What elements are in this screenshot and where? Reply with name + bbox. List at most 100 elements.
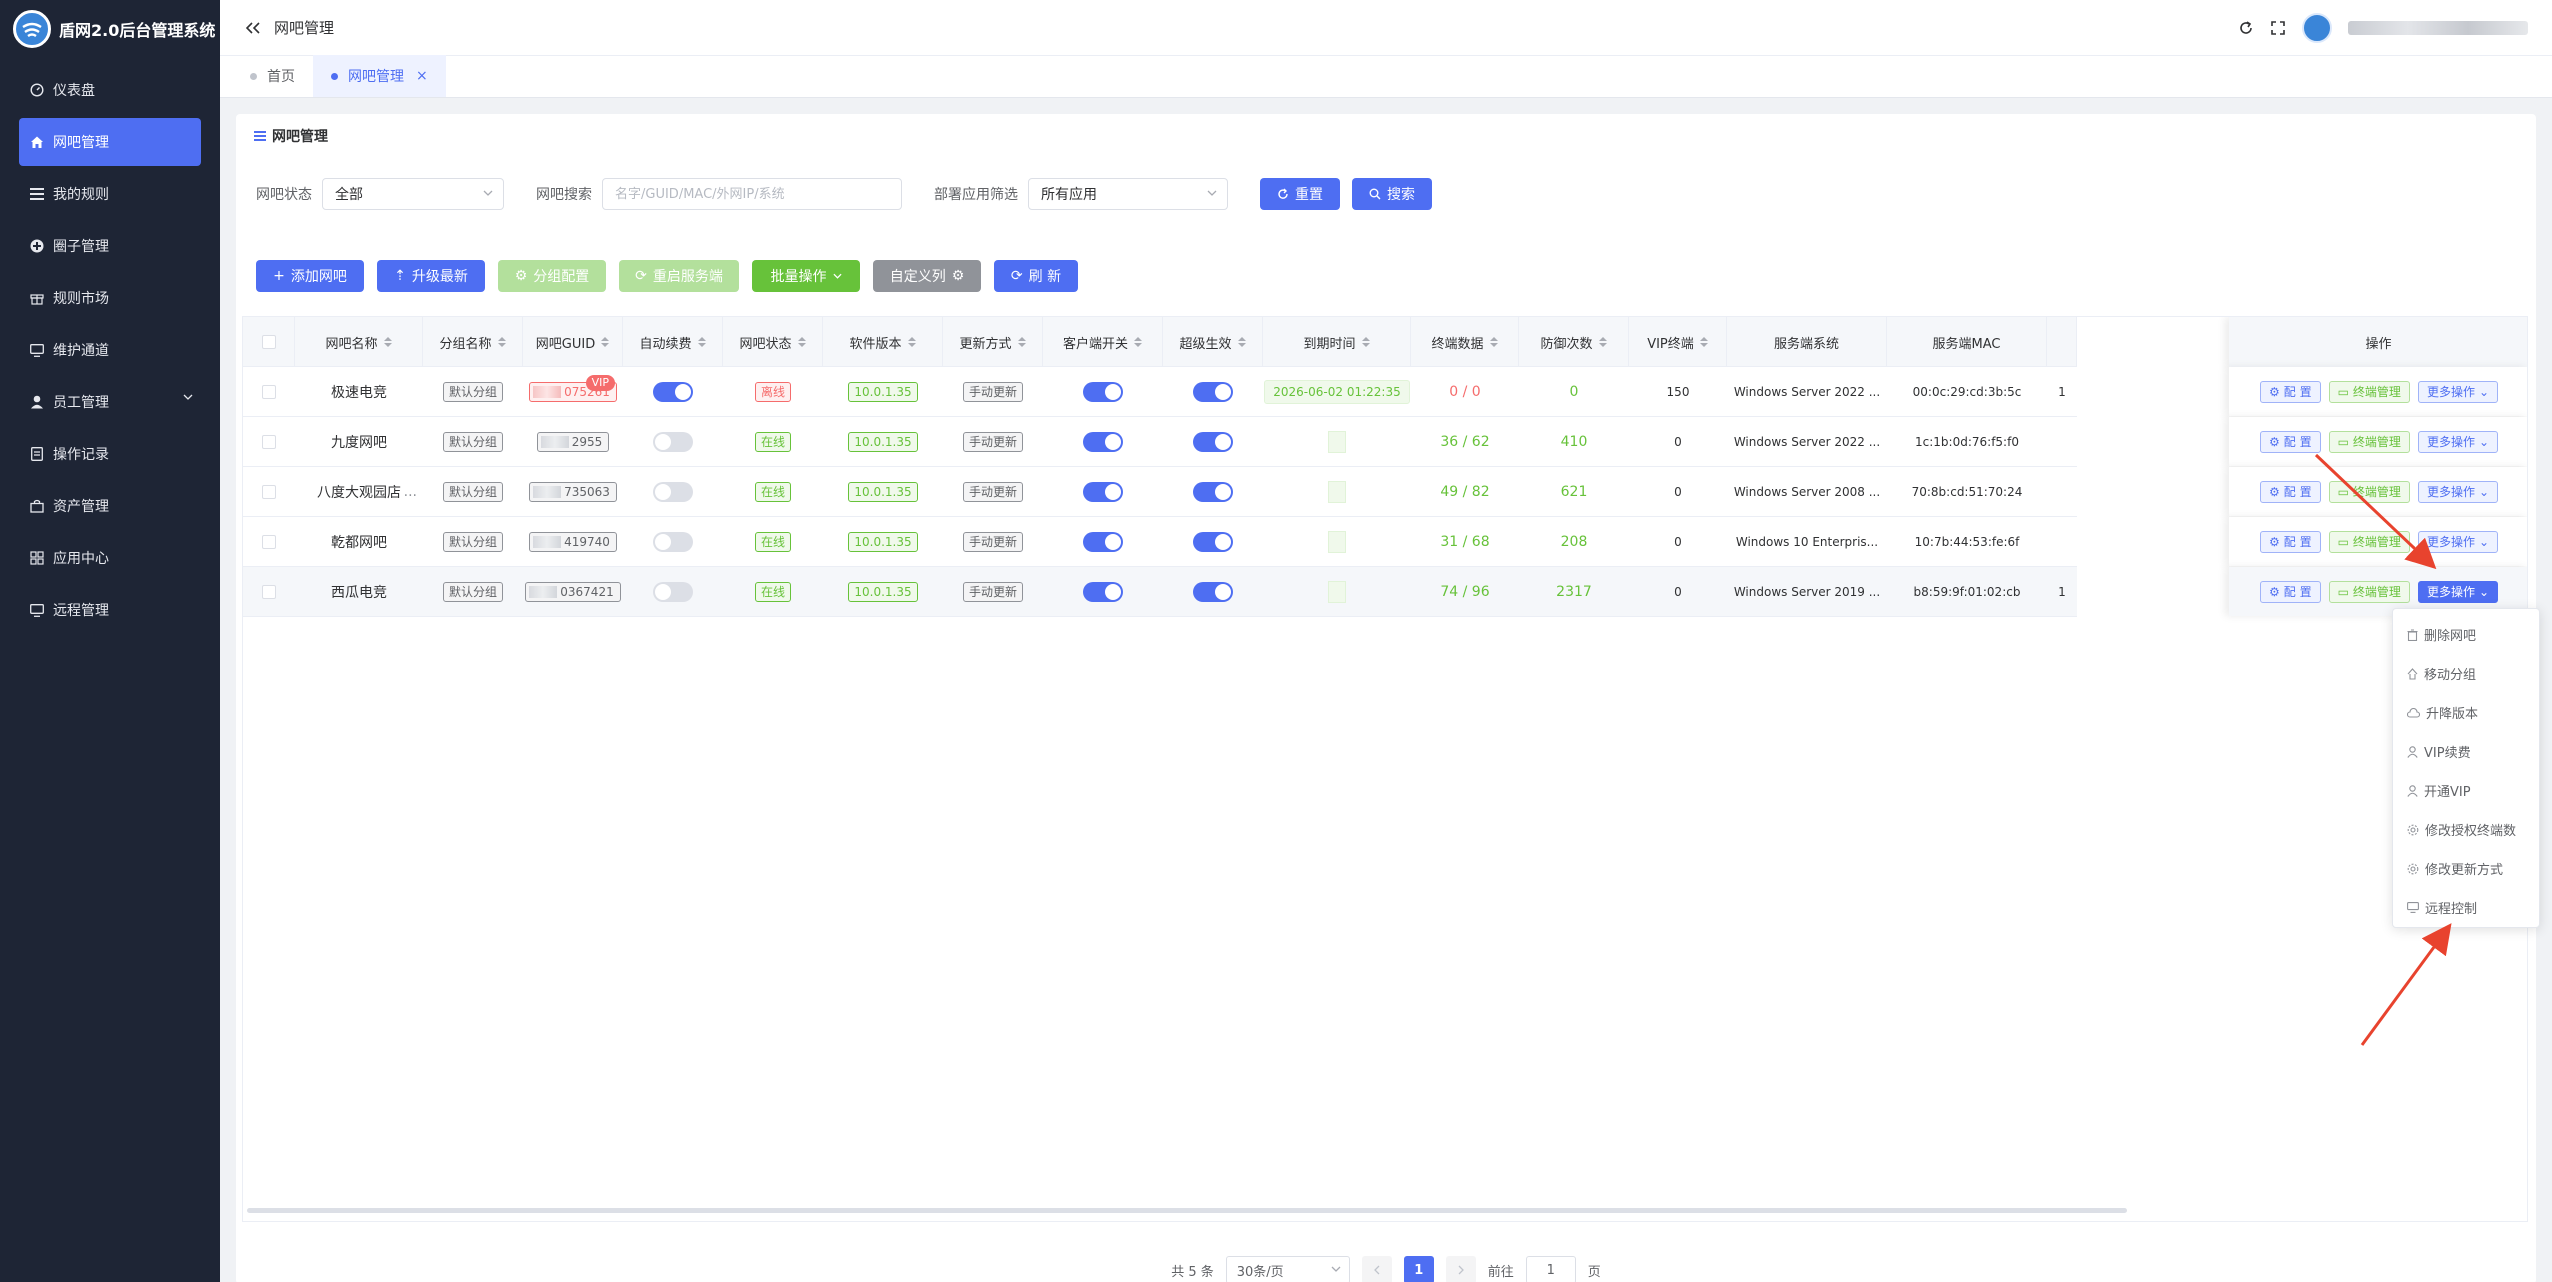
auto-renew-switch[interactable]	[653, 381, 693, 402]
auto-renew-switch[interactable]	[653, 481, 693, 502]
sort-icon[interactable]	[1237, 337, 1246, 347]
page-number-current[interactable]: 1	[1403, 1256, 1434, 1282]
guid-tag[interactable]: 0367421	[525, 581, 621, 602]
sort-icon[interactable]	[1134, 337, 1142, 347]
next-page-button[interactable]	[1445, 1256, 1476, 1282]
restart-server-button[interactable]: ⟳ 重启服务端	[619, 260, 739, 292]
config-button[interactable]: ⚙ 配 置	[2259, 530, 2321, 553]
guid-tag[interactable]: 419740	[529, 531, 617, 552]
sort-icon[interactable]	[383, 337, 392, 347]
refresh-icon[interactable]	[2238, 20, 2254, 36]
guid-tag[interactable]: 2955	[536, 431, 610, 452]
dropdown-item[interactable]: 删除网吧	[2393, 615, 2539, 654]
cafe-name[interactable]: 极速电竞	[331, 382, 387, 402]
horizontal-scrollbar[interactable]	[247, 1208, 2127, 1213]
more-actions-button[interactable]: 更多操作 ⌄	[2417, 580, 2499, 603]
tab-home[interactable]: 首页	[232, 55, 313, 97]
status-select[interactable]: 全部	[322, 178, 504, 210]
super-switch[interactable]	[1193, 431, 1233, 452]
config-button[interactable]: ⚙ 配 置	[2259, 480, 2321, 503]
avatar[interactable]	[2302, 13, 2332, 43]
dropdown-item[interactable]: VIP续费	[2393, 732, 2539, 771]
sidebar-item-rule-market[interactable]: 规则市场	[19, 274, 201, 322]
cafe-name[interactable]: 乾都网吧	[331, 532, 387, 552]
super-switch[interactable]	[1193, 531, 1233, 552]
sidebar-item-op-logs[interactable]: 操作记录	[19, 430, 201, 478]
search-input[interactable]	[602, 178, 902, 210]
row-checkbox[interactable]	[262, 434, 276, 449]
auto-renew-switch[interactable]	[653, 581, 693, 602]
sidebar-item-cafe-management[interactable]: 网吧管理	[19, 118, 201, 166]
sort-icon[interactable]	[1598, 337, 1607, 347]
sidebar-item-remote[interactable]: 远程管理	[19, 586, 201, 634]
add-cafe-button[interactable]: + 添加网吧	[256, 260, 364, 292]
terminal-manage-button[interactable]: ▭ 终端管理	[2328, 380, 2410, 403]
dropdown-item[interactable]: 修改更新方式	[2393, 849, 2539, 888]
terminal-manage-button[interactable]: ▭ 终端管理	[2328, 480, 2410, 503]
custom-columns-button[interactable]: 自定义列 ⚙	[873, 260, 981, 292]
dropdown-item[interactable]: 升降版本	[2393, 693, 2539, 732]
sidebar-item-my-rules[interactable]: 我的规则	[19, 170, 201, 218]
more-actions-button[interactable]: 更多操作 ⌄	[2417, 430, 2499, 453]
auto-renew-switch[interactable]	[653, 531, 693, 552]
search-button[interactable]: 搜索	[1352, 178, 1432, 210]
terminal-manage-button[interactable]: ▭ 终端管理	[2328, 580, 2410, 603]
sort-icon[interactable]	[1017, 337, 1026, 347]
cafe-name[interactable]: 八度大观园店	[317, 482, 401, 502]
collapse-sidebar-icon[interactable]	[244, 19, 262, 37]
client-switch[interactable]	[1083, 431, 1123, 452]
sort-icon[interactable]	[497, 337, 506, 347]
more-actions-button[interactable]: 更多操作 ⌄	[2417, 380, 2499, 403]
table-row[interactable]: 九度网吧 默认分组 2955 在线 10.0.1.35 手动更新 36 / 62 410 0 Wi…	[243, 417, 2527, 467]
close-icon[interactable]: ×	[416, 68, 428, 84]
sidebar-item-dashboard[interactable]: 仪表盘	[19, 66, 201, 114]
app-select[interactable]: 所有应用	[1028, 178, 1228, 210]
select-all-checkbox[interactable]	[261, 335, 276, 349]
config-button[interactable]: ⚙ 配 置	[2259, 380, 2321, 403]
prev-page-button[interactable]	[1361, 1256, 1392, 1282]
dropdown-item[interactable]: 开通VIP	[2393, 771, 2539, 810]
sort-icon[interactable]	[1699, 337, 1708, 347]
sidebar-item-maintenance[interactable]: 维护通道	[19, 326, 201, 374]
config-button[interactable]: ⚙ 配 置	[2259, 430, 2321, 453]
sort-icon[interactable]	[907, 337, 916, 347]
auto-renew-switch[interactable]	[653, 431, 693, 452]
page-size-select[interactable]: 30条/页	[1225, 1256, 1350, 1282]
dropdown-item[interactable]: 修改授权终端数	[2393, 810, 2539, 849]
sidebar-item-assets[interactable]: 资产管理	[19, 482, 201, 530]
group-config-button[interactable]: ⚙ 分组配置	[498, 260, 606, 292]
super-switch[interactable]	[1193, 581, 1233, 602]
config-button[interactable]: ⚙ 配 置	[2259, 580, 2321, 603]
refresh-button[interactable]: ⟳ 刷 新	[994, 260, 1078, 292]
more-actions-button[interactable]: 更多操作 ⌄	[2417, 480, 2499, 503]
super-switch[interactable]	[1193, 481, 1233, 502]
table-row[interactable]: 极速电竞 默认分组 075261 VIP 离线 10.0.1.35 手动更新 2026-06-…	[243, 367, 2527, 417]
client-switch[interactable]	[1083, 531, 1123, 552]
sort-icon[interactable]	[1361, 337, 1370, 347]
reset-button[interactable]: 重置	[1260, 178, 1340, 210]
sidebar-item-app-center[interactable]: 应用中心	[19, 534, 201, 582]
tab-cafe-management[interactable]: 网吧管理 ×	[313, 55, 446, 97]
more-actions-button[interactable]: 更多操作 ⌄	[2417, 530, 2499, 553]
table-row[interactable]: 西瓜电竞 默认分组 0367421 在线 10.0.1.35 手动更新 74 / 96 231…	[243, 567, 2527, 617]
sidebar-item-staff[interactable]: 员工管理	[19, 378, 201, 426]
client-switch[interactable]	[1083, 381, 1123, 402]
sidebar-item-circles[interactable]: 圈子管理	[19, 222, 201, 270]
client-switch[interactable]	[1083, 481, 1123, 502]
row-checkbox[interactable]	[262, 584, 276, 599]
cafe-name[interactable]: 西瓜电竞	[331, 582, 387, 602]
client-switch[interactable]	[1083, 581, 1123, 602]
sort-icon[interactable]	[601, 337, 610, 347]
sort-icon[interactable]	[797, 337, 806, 347]
sort-icon[interactable]	[1489, 337, 1498, 347]
sort-icon[interactable]	[697, 337, 706, 347]
user-name-blurred[interactable]	[2348, 21, 2528, 35]
table-row[interactable]: 乾都网吧 默认分组 419740 在线 10.0.1.35 手动更新 31 / 68 208 0…	[243, 517, 2527, 567]
terminal-manage-button[interactable]: ▭ 终端管理	[2328, 430, 2410, 453]
row-checkbox[interactable]	[262, 534, 276, 549]
dropdown-item[interactable]: 远程控制	[2393, 888, 2539, 927]
upgrade-button[interactable]: ⇡ 升级最新	[377, 260, 485, 292]
goto-page-input[interactable]	[1525, 1256, 1576, 1282]
batch-ops-button[interactable]: 批量操作	[752, 260, 860, 292]
cafe-name[interactable]: 九度网吧	[331, 432, 387, 452]
